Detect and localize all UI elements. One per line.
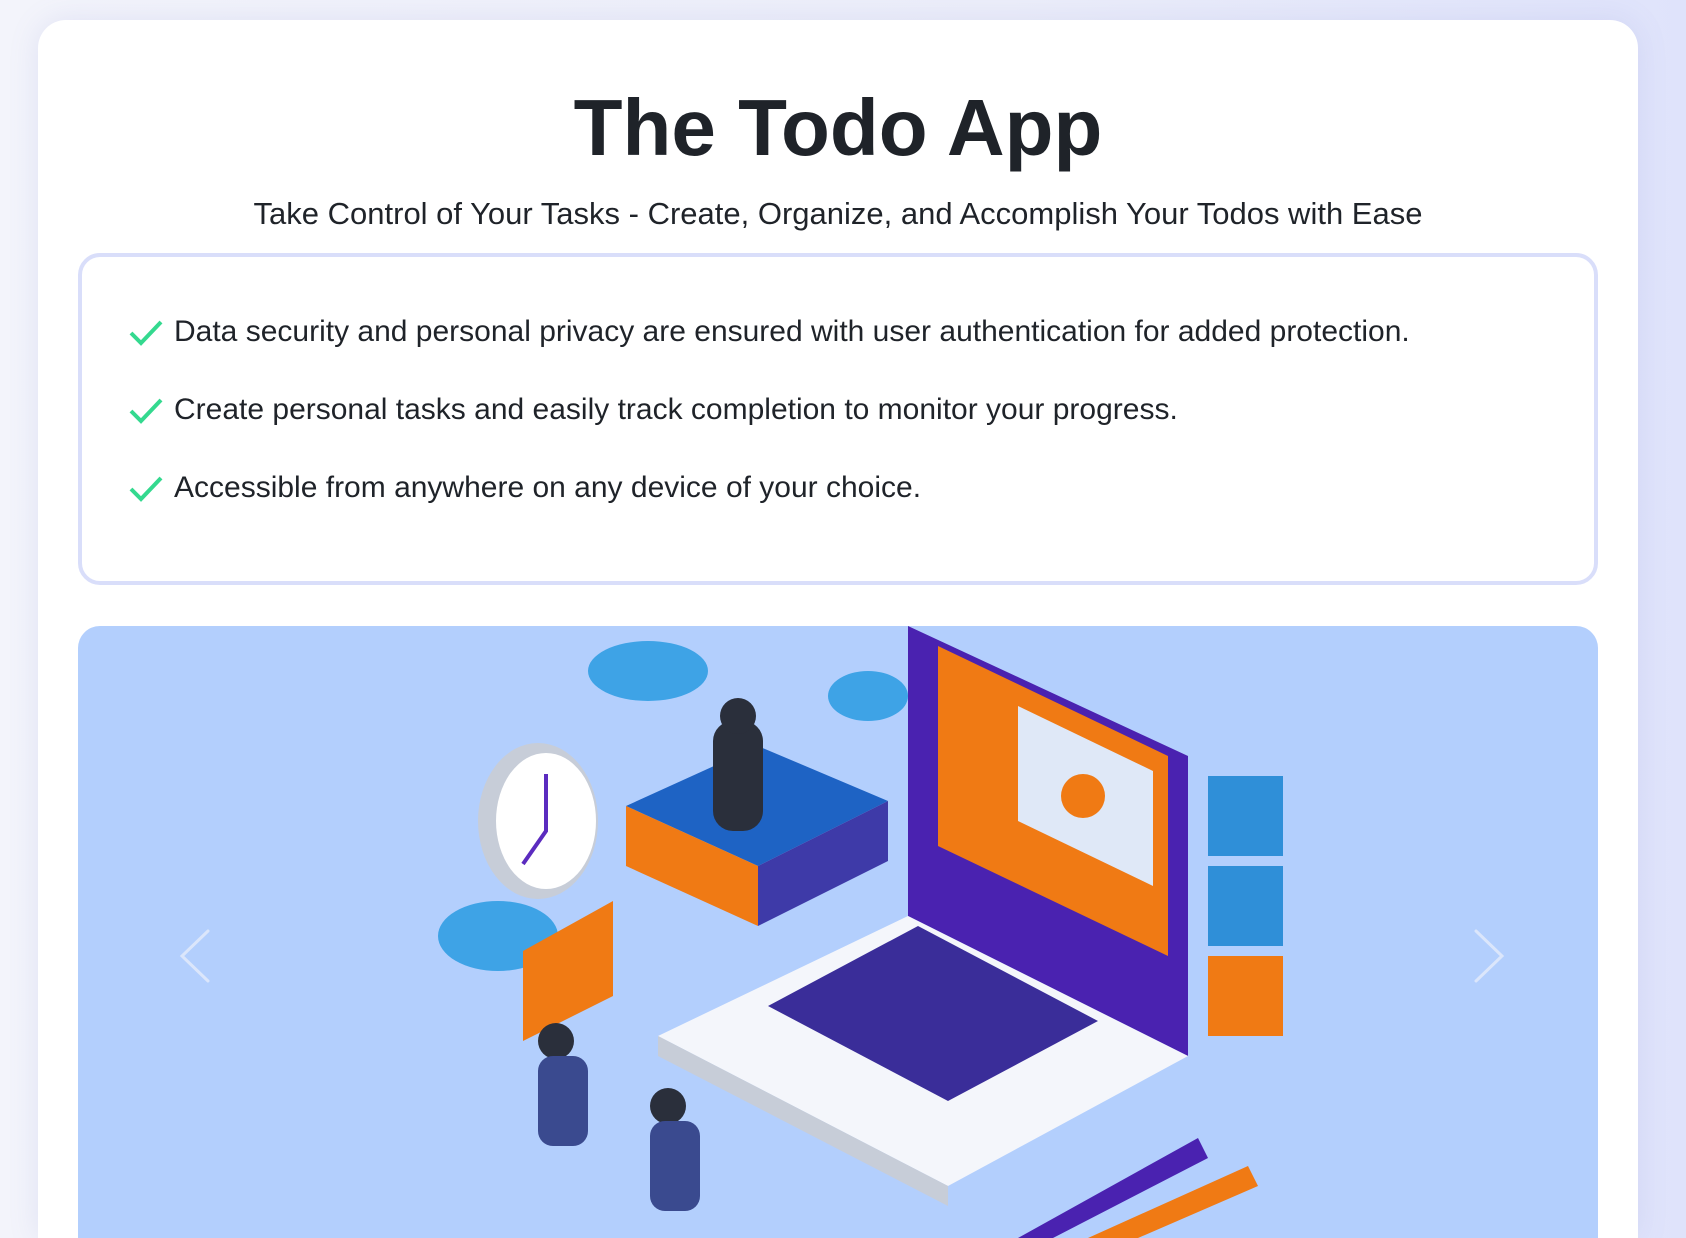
- check-icon: [129, 398, 163, 424]
- landing-card: The Todo App Take Control of Your Tasks …: [38, 20, 1638, 1238]
- image-carousel: [78, 626, 1598, 1238]
- feature-text: Create personal tasks and easily track c…: [174, 393, 1178, 426]
- feature-text: Data security and personal privacy are e…: [174, 315, 1410, 348]
- page-title: The Todo App: [573, 83, 1103, 172]
- check-icon: [129, 320, 163, 346]
- feature-item: Data security and personal privacy are e…: [128, 291, 1594, 373]
- feature-text: Accessible from anywhere on any device o…: [174, 471, 922, 504]
- feature-item: Create personal tasks and easily track c…: [128, 369, 1594, 451]
- features-box: Data security and personal privacy are e…: [78, 253, 1598, 585]
- chevron-right-icon[interactable]: [1468, 926, 1508, 986]
- page-subtitle: Take Control of Your Tasks - Create, Org…: [253, 196, 1423, 231]
- workspace-illustration: [438, 626, 1283, 1238]
- feature-item: Accessible from anywhere on any device o…: [128, 447, 1594, 529]
- check-icon: [129, 476, 163, 502]
- chevron-left-icon[interactable]: [176, 926, 216, 986]
